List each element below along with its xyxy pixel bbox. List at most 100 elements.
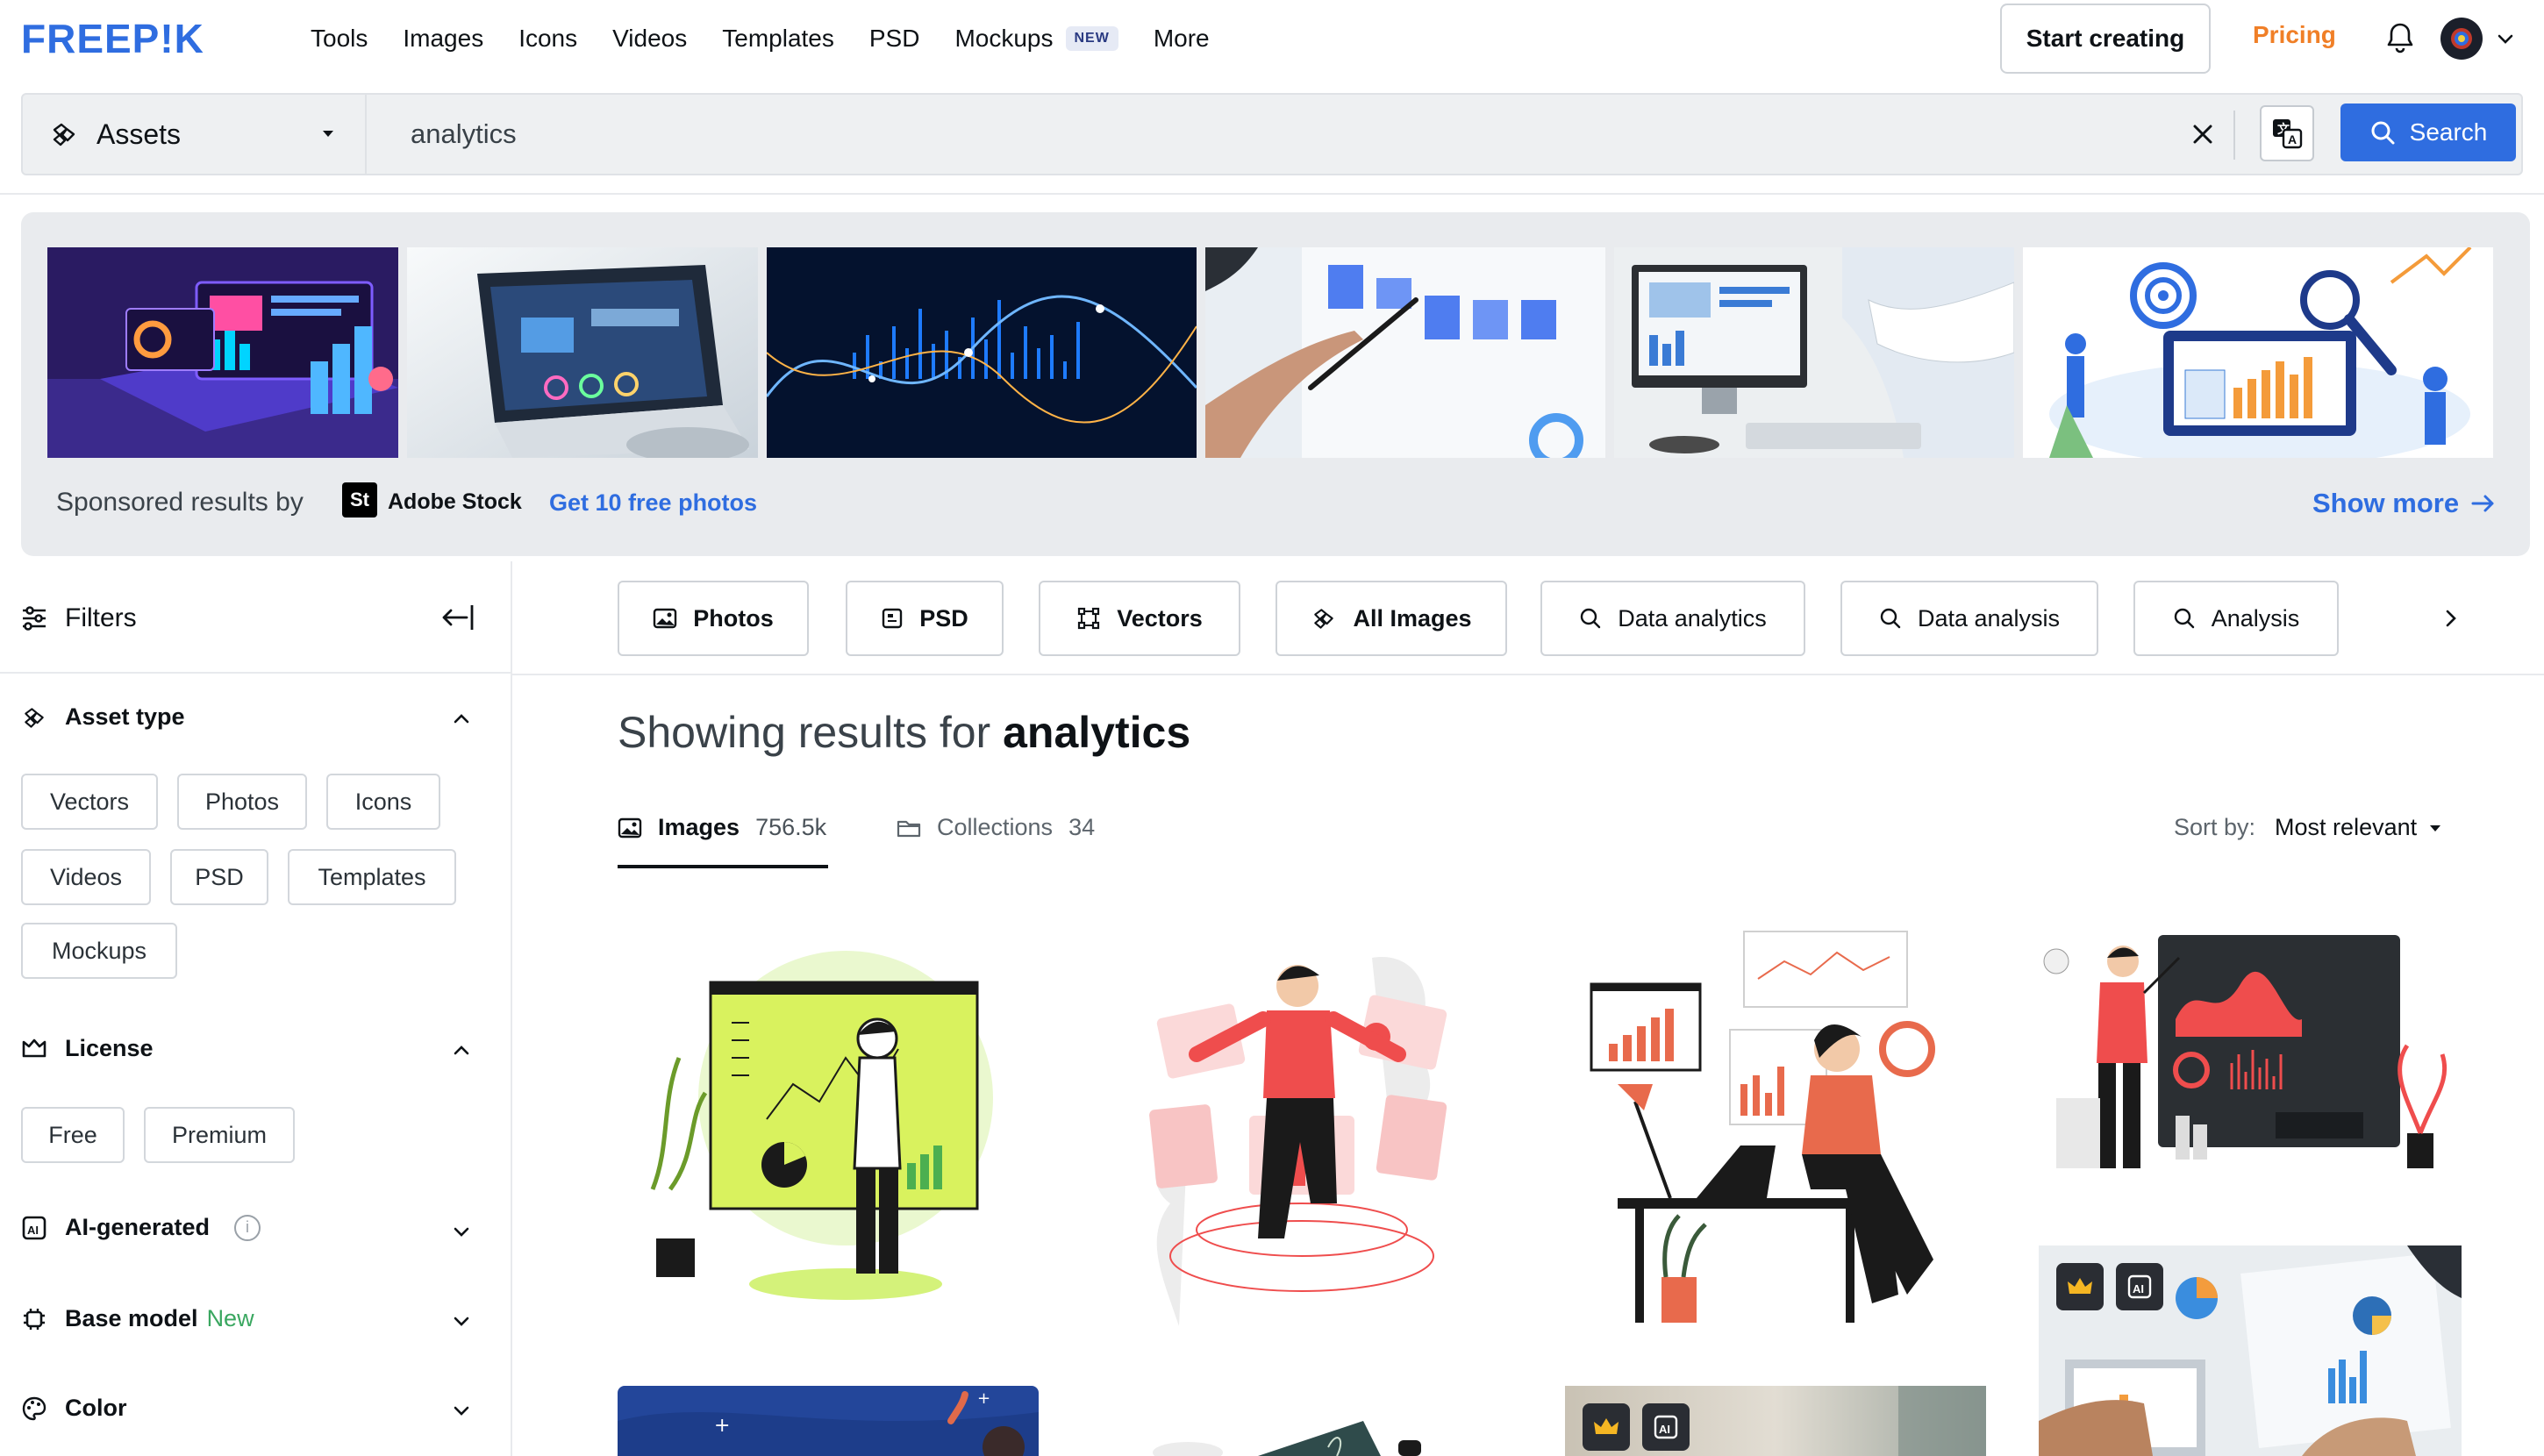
base-model-title: Base model <box>65 1305 198 1331</box>
filter-chip-photos[interactable]: Photos <box>177 774 307 830</box>
asset-type-section-header[interactable]: Asset type <box>21 703 185 731</box>
license-icon <box>22 1038 46 1057</box>
image-icon <box>654 608 677 629</box>
result-thumbnail[interactable] <box>2039 923 2460 1186</box>
start-creating-button[interactable]: Start creating <box>2000 4 2211 74</box>
bell-icon[interactable] <box>2381 19 2419 58</box>
nav-link-tools[interactable]: Tools <box>311 25 368 53</box>
chevron-up-icon[interactable] <box>451 709 472 730</box>
tag-vectors[interactable]: Vectors <box>1039 581 1240 656</box>
tag-all-images-label: All Images <box>1353 604 1472 632</box>
filter-chip-free[interactable]: Free <box>21 1107 125 1163</box>
divider <box>0 672 512 674</box>
filters-sidebar: Filters Asset type Vectors Photos Icons … <box>0 561 512 1456</box>
tag-photos[interactable]: Photos <box>618 581 809 656</box>
color-section-header[interactable]: Color <box>21 1395 127 1422</box>
result-thumbnail[interactable] <box>1126 1421 1477 1456</box>
sponsored-image[interactable] <box>47 247 398 458</box>
premium-badges: AI <box>2056 1263 2163 1310</box>
chevron-down-icon[interactable] <box>451 1310 472 1331</box>
result-thumbnail[interactable] <box>1126 923 1477 1326</box>
freepik-logo[interactable]: FREEP!K <box>21 19 258 58</box>
tag-data-analytics[interactable]: Data analytics <box>1540 581 1805 656</box>
filter-chip-templates[interactable]: Templates <box>288 849 456 905</box>
active-tab-indicator <box>618 865 828 868</box>
tag-data-analytics-label: Data analytics <box>1618 604 1767 632</box>
nav-link-mockups[interactable]: Mockups NEW <box>954 25 1118 53</box>
close-icon[interactable] <box>2186 118 2219 151</box>
avatar[interactable] <box>2440 18 2483 60</box>
sort-dropdown[interactable]: Sort by: Most relevant <box>2174 814 2443 841</box>
filter-chip-videos[interactable]: Videos <box>21 849 151 905</box>
sponsored-image[interactable] <box>407 247 758 458</box>
show-more-label: Show more <box>2312 488 2460 518</box>
license-section-header[interactable]: License <box>21 1035 154 1062</box>
info-icon[interactable]: i <box>234 1214 261 1241</box>
nav-link-psd[interactable]: PSD <box>869 25 920 53</box>
tag-all-images[interactable]: All Images <box>1276 581 1507 656</box>
show-more-link[interactable]: Show more <box>2312 488 2496 519</box>
ai-generated-icon: AI <box>2116 1263 2163 1310</box>
translate-button[interactable]: 文 A <box>2260 105 2314 161</box>
tab-collections[interactable]: Collections 34 <box>897 814 1095 841</box>
result-thumbnail[interactable] <box>1583 926 2004 1330</box>
free-photos-link[interactable]: Get 10 free photos <box>549 489 757 517</box>
tab-images[interactable]: Images 756.5k <box>618 814 826 841</box>
tag-data-analysis[interactable]: Data analysis <box>1840 581 2098 656</box>
crown-icon <box>2056 1263 2104 1310</box>
sponsored-image[interactable] <box>2023 247 2493 458</box>
search-icon <box>2371 121 2395 145</box>
tag-vectors-label: Vectors <box>1117 604 1203 632</box>
search-input[interactable] <box>411 112 2077 156</box>
ai-generated-section-header[interactable]: AI AI-generated i <box>21 1214 261 1241</box>
nav-link-images[interactable]: Images <box>403 25 483 53</box>
chevron-up-icon[interactable] <box>451 1040 472 1061</box>
search-button[interactable]: Search <box>2340 103 2516 161</box>
divider <box>2233 111 2235 160</box>
sponsored-label: Sponsored results by <box>56 488 304 517</box>
tags-scroll-right[interactable] <box>2374 581 2479 656</box>
chevron-down-icon[interactable] <box>451 1221 472 1242</box>
filter-chip-mockups[interactable]: Mockups <box>21 923 177 979</box>
asset-type-title: Asset type <box>65 703 185 730</box>
filters-header: Filters <box>21 603 137 633</box>
main-nav: Tools Images Icons Videos Templates PSD … <box>311 0 1245 77</box>
pricing-link[interactable]: Pricing <box>2253 21 2336 49</box>
filter-chip-psd[interactable]: PSD <box>170 849 268 905</box>
new-tag: New <box>206 1305 254 1331</box>
filter-chip-icons[interactable]: Icons <box>326 774 440 830</box>
premium-badges-overlay: AI <box>2039 1245 2462 1456</box>
sort-value: Most relevant <box>2275 814 2418 840</box>
tag-psd[interactable]: PSD <box>846 581 1004 656</box>
svg-text:+: + <box>714 1415 730 1437</box>
results-title: Showing results for analytics <box>618 707 1190 758</box>
psd-icon <box>883 608 903 629</box>
folder-icon <box>897 820 921 837</box>
ai-icon: AI <box>22 1216 46 1239</box>
collapse-sidebar-icon[interactable] <box>440 602 475 633</box>
filter-chip-vectors[interactable]: Vectors <box>21 774 158 830</box>
asset-type-select[interactable]: Assets <box>23 95 367 174</box>
chevron-down-icon[interactable] <box>451 1400 472 1421</box>
result-thumbnail[interactable]: + + <box>618 1386 1039 1456</box>
nav-link-templates[interactable]: Templates <box>722 25 834 53</box>
nav-link-icons[interactable]: Icons <box>518 25 577 53</box>
sort-label: Sort by: <box>2174 814 2256 840</box>
tab-collections-count: 34 <box>1068 814 1096 840</box>
svg-text:A: A <box>2288 132 2297 146</box>
sponsored-image[interactable] <box>767 247 1197 458</box>
tag-psd-label: PSD <box>919 604 968 632</box>
nav-link-videos[interactable]: Videos <box>612 25 687 53</box>
tag-analysis[interactable]: Analysis <box>2133 581 2339 656</box>
results-query: analytics <box>1003 708 1191 757</box>
sponsored-image[interactable] <box>1614 247 2014 458</box>
sponsored-image[interactable] <box>1205 247 1605 458</box>
chevron-down-icon[interactable] <box>2493 26 2518 51</box>
search-bar: Assets 文 A Search <box>21 93 2523 175</box>
base-model-section-header[interactable]: Base model New <box>21 1305 254 1332</box>
filter-chip-premium[interactable]: Premium <box>144 1107 295 1163</box>
tag-data-analysis-label: Data analysis <box>1917 604 2061 632</box>
nav-link-more[interactable]: More <box>1154 25 1210 53</box>
result-thumbnail[interactable] <box>618 926 1039 1312</box>
image-icon <box>618 817 642 838</box>
